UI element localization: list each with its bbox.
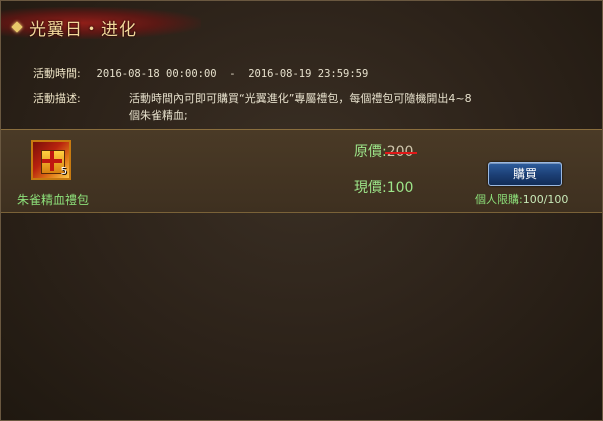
event-desc-row: 活動描述: 活動時間內可即可購買“光翼進化”專屬禮包，每個禮包可隨機開出4~8 … xyxy=(33,90,573,126)
purchase-limit: 個人限購:100/100 xyxy=(475,191,568,207)
gift-ribbon-horizontal xyxy=(42,159,62,163)
event-desc-line-2: 個朱雀精血; xyxy=(129,109,188,122)
gift-box-icon[interactable]: 5 xyxy=(31,140,71,180)
event-time-row: 活動時間: 2016-08-18 00:00:00 - 2016-08-19 2… xyxy=(33,65,368,81)
event-desc-line-1: 活動時間內可即可購買“光翼進化”專屬禮包，每個禮包可隨機開出4~8 xyxy=(129,92,472,105)
event-desc-text: 活動時間內可即可購買“光翼進化”專屬禮包，每個禮包可隨機開出4~8 個朱雀精血; xyxy=(129,90,529,124)
page-title: 光翼日・进化 xyxy=(29,20,137,40)
original-price-label: 原價: xyxy=(354,144,387,160)
event-desc-label: 活動描述: xyxy=(33,92,81,105)
current-price-value: 100 xyxy=(386,180,414,196)
event-time-value: 2016-08-18 00:00:00 - 2016-08-19 23:59:5… xyxy=(96,68,369,80)
item-count: 5 xyxy=(60,166,67,177)
purchase-limit-value: 100/100 xyxy=(522,193,569,206)
event-panel: 光翼日・进化 活動時間: 2016-08-18 00:00:00 - 2016-… xyxy=(0,0,603,421)
buy-button[interactable]: 購買 xyxy=(488,162,562,186)
title-bar: 光翼日・进化 xyxy=(1,1,201,41)
original-price-value: 200 xyxy=(386,144,414,160)
current-price-label: 現價: xyxy=(354,180,387,196)
purchase-limit-label: 個人限購: xyxy=(475,193,523,206)
original-price: 原價:200 xyxy=(354,141,413,161)
event-time-label: 活動時間: xyxy=(33,67,81,80)
current-price: 現價:100 xyxy=(354,177,413,197)
item-name: 朱雀精血禮包 xyxy=(17,193,90,207)
